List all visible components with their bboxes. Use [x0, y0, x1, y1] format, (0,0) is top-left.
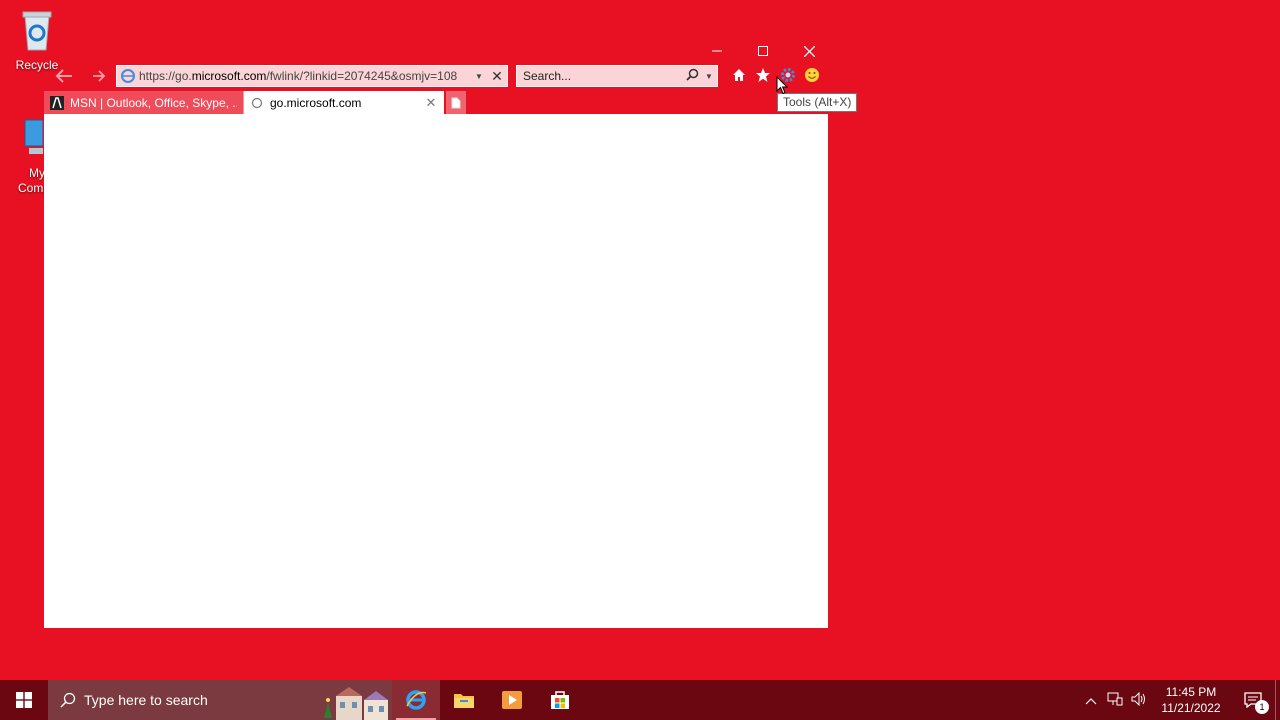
tab-go-microsoft[interactable]: go.microsoft.com ✕ — [244, 91, 444, 114]
taskbar-store[interactable] — [536, 680, 584, 720]
url-domain: microsoft.com — [191, 69, 267, 83]
tab-strip: MSN | Outlook, Office, Skype, ... go.mic… — [44, 91, 466, 114]
navigation-bar: https://go.microsoft.com/fwlink/?linkid=… — [44, 62, 828, 88]
new-tab-icon — [451, 97, 461, 108]
back-button[interactable] — [49, 64, 79, 88]
search-highlight-illustration-icon — [324, 687, 388, 720]
start-button[interactable] — [0, 680, 48, 720]
feedback-button[interactable] — [800, 63, 824, 87]
store-icon — [551, 691, 569, 709]
search-dropdown-icon[interactable]: ▼ — [701, 72, 717, 81]
tab-msn-label: MSN | Outlook, Office, Skype, ... — [70, 95, 237, 110]
window-controls — [694, 40, 832, 62]
taskbar-media-player[interactable] — [488, 680, 536, 720]
search-icon — [60, 692, 76, 708]
notification-count-badge: 1 — [1255, 700, 1269, 714]
show-desktop-button[interactable] — [1275, 680, 1280, 720]
search-input[interactable] — [523, 69, 683, 83]
loading-spinner-icon — [250, 96, 264, 110]
page-content[interactable] — [44, 114, 828, 628]
home-icon — [733, 69, 745, 81]
taskbar-clock[interactable]: 11:45 PM 11/21/2022 — [1151, 684, 1231, 716]
windows-logo-icon — [16, 692, 32, 708]
search-box[interactable]: ▼ — [516, 65, 718, 87]
taskbar-file-explorer[interactable] — [440, 680, 488, 720]
taskbar: 11:45 PM 11/21/2022 1 — [0, 680, 1280, 720]
network-icon[interactable] — [1103, 692, 1127, 709]
favorites-button[interactable] — [751, 63, 775, 87]
msn-favicon-icon — [50, 95, 64, 110]
tools-tooltip: Tools (Alt+X) — [777, 93, 858, 112]
tab-go-microsoft-label: go.microsoft.com — [270, 95, 362, 110]
search-icon[interactable] — [683, 68, 701, 84]
maximize-icon — [758, 46, 768, 56]
star-icon — [756, 68, 770, 82]
show-hidden-icons-chevron-up-icon[interactable] — [1079, 693, 1103, 708]
computer-icon — [24, 119, 43, 154]
address-dropdown-icon[interactable]: ▼ — [471, 72, 487, 81]
close-button[interactable] — [786, 40, 832, 62]
forward-arrow-icon — [93, 70, 106, 82]
clock-date: 11/21/2022 — [1161, 701, 1221, 715]
maximize-button[interactable] — [740, 40, 786, 62]
taskbar-search-input[interactable] — [84, 692, 304, 708]
tab-close-icon[interactable]: ✕ — [424, 95, 438, 111]
forward-button[interactable] — [84, 64, 114, 88]
tab-msn[interactable]: MSN | Outlook, Office, Skype, ... — [44, 91, 244, 114]
minimize-button[interactable] — [694, 40, 740, 62]
system-tray: 11:45 PM 11/21/2022 1 — [1079, 680, 1280, 720]
back-arrow-icon — [55, 69, 72, 83]
home-button[interactable] — [727, 63, 751, 87]
new-tab-button[interactable] — [446, 91, 466, 114]
taskbar-internet-explorer[interactable] — [392, 680, 440, 720]
smiley-icon — [805, 68, 819, 82]
volume-icon[interactable] — [1127, 691, 1151, 709]
taskbar-search-box[interactable] — [48, 680, 392, 720]
clock-time: 11:45 PM — [1165, 685, 1217, 699]
action-center-button[interactable]: 1 — [1231, 680, 1275, 720]
ie-page-icon — [117, 69, 139, 83]
browser-window: https://go.microsoft.com/fwlink/?linkid=… — [44, 40, 828, 628]
media-player-icon — [502, 691, 522, 709]
minimize-icon — [712, 50, 722, 52]
stop-loading-icon[interactable]: ✕ — [487, 68, 507, 85]
url-prefix: https://go. — [139, 69, 192, 83]
address-bar[interactable]: https://go.microsoft.com/fwlink/?linkid=… — [116, 65, 508, 87]
close-icon — [803, 45, 815, 57]
url-text[interactable]: https://go.microsoft.com/fwlink/?linkid=… — [139, 69, 471, 83]
url-path: /fwlink/?linkid=2074245&osmjv=108 — [266, 69, 458, 83]
internet-explorer-icon — [406, 690, 427, 710]
mouse-cursor-icon — [776, 76, 788, 95]
file-explorer-icon — [454, 694, 474, 708]
